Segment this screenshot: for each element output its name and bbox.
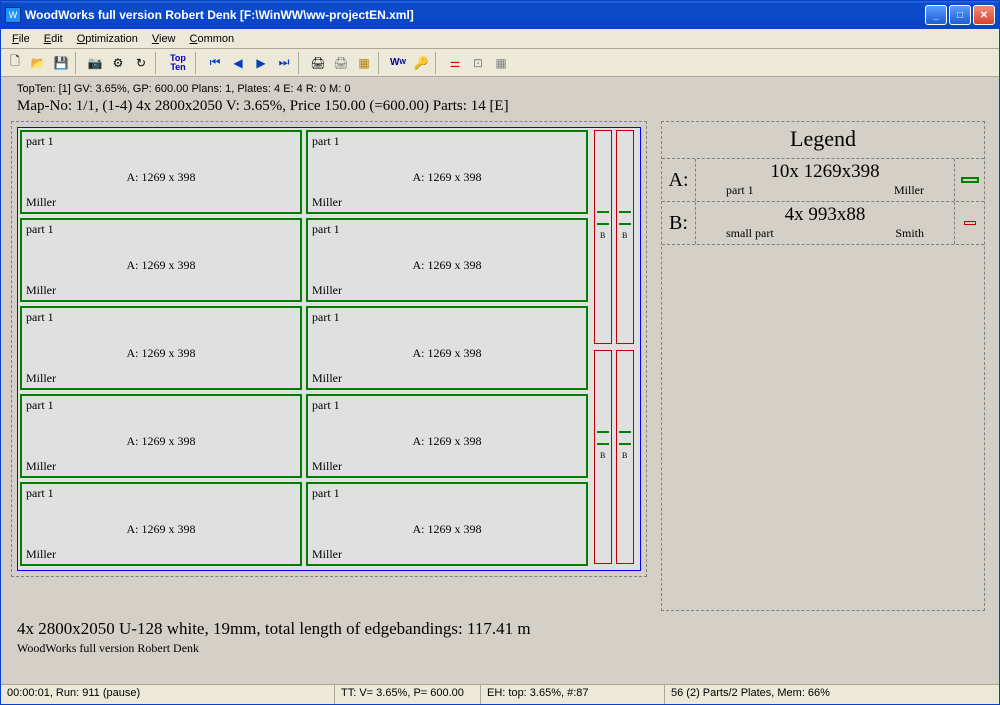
legend-panel: Legend A: 10x 1269x398 part 1 Miller B: 4… <box>661 121 985 611</box>
part-B[interactable]: B <box>616 350 634 564</box>
refresh-icon[interactable]: ↻ <box>130 52 152 74</box>
menu-edit[interactable]: Edit <box>37 31 70 47</box>
legend-B-name: small part <box>726 226 774 241</box>
legend-A-dim: 10x 1269x398 <box>702 161 948 183</box>
grid-icon[interactable]: ▦ <box>353 52 375 74</box>
app-credit: WoodWorks full version Robert Denk <box>11 639 989 656</box>
menubar: File Edit Optimization View Common <box>1 29 999 49</box>
part-A[interactable]: part 1A: 1269 x 398Miller <box>20 218 302 302</box>
status-eh: EH: top: 3.65%, #:87 <box>481 685 665 704</box>
key-icon[interactable]: 🔑 <box>410 52 432 74</box>
statusbar: 00:00:01, Run: 911 (pause) TT: V= 3.65%,… <box>1 684 999 704</box>
app-icon: W <box>5 7 21 23</box>
status-mem: 56 (2) Parts/2 Plates, Mem: 66% <box>665 685 999 704</box>
plate-summary: 4x 2800x2050 U-128 white, 19mm, total le… <box>11 611 989 639</box>
next-icon[interactable]: ▶ <box>250 52 272 74</box>
ww-icon[interactable]: WW <box>387 52 409 74</box>
topten-info: TopTen: [1] GV: 3.65%, GP: 600.00 Plans:… <box>11 81 989 95</box>
print-preview-icon[interactable]: 🖨 <box>330 52 352 74</box>
status-tt: TT: V= 3.65%, P= 600.00 <box>335 685 481 704</box>
legend-row-B: B: 4x 993x88 small part Smith <box>662 202 984 245</box>
grid2-icon[interactable]: ▦ <box>490 52 512 74</box>
legend-swatch-A <box>954 159 984 201</box>
window-title: WoodWorks full version Robert Denk [F:\W… <box>25 8 925 22</box>
part-A[interactable]: part 1A: 1269 x 398Miller <box>306 130 588 214</box>
menu-optimization[interactable]: Optimization <box>70 31 145 47</box>
range-icon[interactable]: ⊡ <box>467 52 489 74</box>
titlebar: W WoodWorks full version Robert Denk [F:… <box>1 1 999 29</box>
b-stack: B B B B <box>592 130 638 566</box>
legend-title: Legend <box>662 122 984 159</box>
plate-frame: part 1A: 1269 x 398Miller part 1A: 1269 … <box>11 121 647 577</box>
legend-B-dim: 4x 993x88 <box>702 204 948 226</box>
legend-key-B: B: <box>662 202 696 244</box>
part-A[interactable]: part 1A: 1269 x 398Miller <box>306 306 588 390</box>
part-A[interactable]: part 1A: 1269 x 398Miller <box>20 130 302 214</box>
mapno-info: Map-No: 1/1, (1-4) 4x 2800x2050 V: 3.65%… <box>11 95 989 121</box>
content-area: TopTen: [1] GV: 3.65%, GP: 600.00 Plans:… <box>1 77 999 684</box>
legend-key-A: A: <box>662 159 696 201</box>
close-button[interactable]: ✕ <box>973 5 995 25</box>
new-icon[interactable]: 🗋 <box>4 52 26 74</box>
save-icon[interactable]: 💾 <box>50 52 72 74</box>
minimize-button[interactable]: _ <box>925 5 947 25</box>
menu-view[interactable]: View <box>145 31 183 47</box>
legend-A-name: part 1 <box>726 183 754 198</box>
menu-common[interactable]: Common <box>183 31 242 47</box>
first-icon[interactable]: ⏮ <box>204 52 226 74</box>
part-A[interactable]: part 1A: 1269 x 398Miller <box>20 394 302 478</box>
prev-icon[interactable]: ◀ <box>227 52 249 74</box>
menu-file[interactable]: File <box>5 31 37 47</box>
toolbar: 🗋 📂 💾 📷 ⚙ ↻ Top Ten ⏮ ◀ ▶ ⏭ 🖨 🖨 ▦ WW 🔑 ⚌… <box>1 49 999 77</box>
window-buttons: _ □ ✕ <box>925 5 995 25</box>
part-B[interactable]: B <box>594 130 612 344</box>
maximize-button[interactable]: □ <box>949 5 971 25</box>
part-A[interactable]: part 1A: 1269 x 398Miller <box>306 394 588 478</box>
cutting-plate[interactable]: part 1A: 1269 x 398Miller part 1A: 1269 … <box>17 127 641 571</box>
print-icon[interactable]: 🖨 <box>307 52 329 74</box>
app-window: W WoodWorks full version Robert Denk [F:… <box>0 0 1000 705</box>
status-runtime: 00:00:01, Run: 911 (pause) <box>1 685 335 704</box>
part-B[interactable]: B <box>616 130 634 344</box>
part-B[interactable]: B <box>594 350 612 564</box>
legend-A-cust: Miller <box>894 183 924 198</box>
legend-row-A: A: 10x 1269x398 part 1 Miller <box>662 159 984 202</box>
legend-swatch-B <box>954 202 984 244</box>
part-A[interactable]: part 1A: 1269 x 398Miller <box>306 482 588 566</box>
topten-button[interactable]: Top Ten <box>164 52 192 74</box>
part-A[interactable]: part 1A: 1269 x 398Miller <box>20 482 302 566</box>
last-icon[interactable]: ⏭ <box>273 52 295 74</box>
camera-icon[interactable]: 📷 <box>84 52 106 74</box>
sliders-icon[interactable]: ⚌ <box>444 52 466 74</box>
legend-B-cust: Smith <box>895 226 924 241</box>
gear-icon[interactable]: ⚙ <box>107 52 129 74</box>
part-A[interactable]: part 1A: 1269 x 398Miller <box>306 218 588 302</box>
part-A[interactable]: part 1A: 1269 x 398Miller <box>20 306 302 390</box>
open-icon[interactable]: 📂 <box>27 52 49 74</box>
